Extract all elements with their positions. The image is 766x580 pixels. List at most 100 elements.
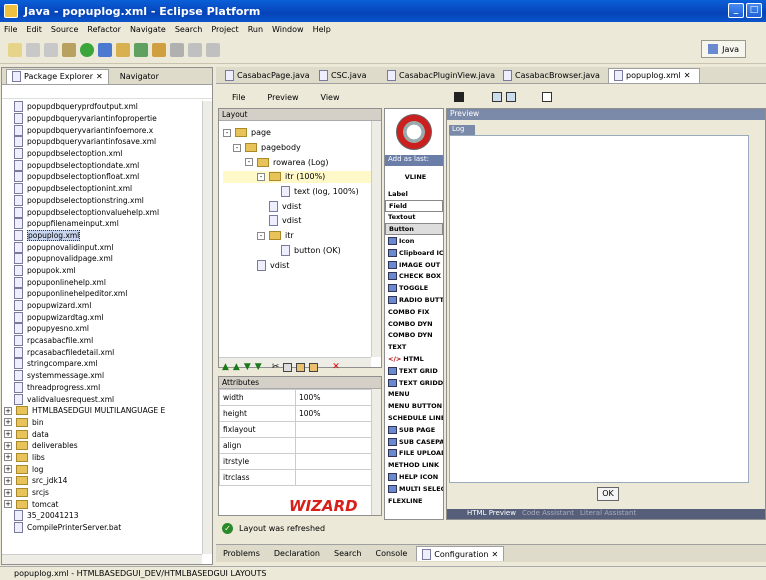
expand-icon[interactable]: + bbox=[4, 500, 12, 509]
palette-html[interactable]: </> HTML bbox=[385, 353, 443, 365]
tab-problems[interactable]: Problems bbox=[218, 546, 265, 561]
palette-field[interactable]: Field bbox=[385, 199, 443, 212]
tab-casabacbrowser[interactable]: CasabacBrowser.java bbox=[498, 68, 606, 83]
palette-vline[interactable]: VLINE bbox=[385, 166, 443, 188]
attribute-value[interactable] bbox=[295, 437, 373, 454]
palette-button[interactable]: Button bbox=[385, 223, 443, 236]
file-item[interactable]: popupdbselectoptionint.xml bbox=[14, 183, 202, 195]
palette-label-item[interactable]: Label bbox=[385, 188, 443, 200]
file-item[interactable]: popupdbqueryvariantinfopropertie bbox=[14, 113, 202, 125]
layout-icon[interactable] bbox=[506, 92, 516, 102]
tree-node[interactable]: vdist bbox=[223, 259, 373, 271]
palette-textout[interactable]: Textout bbox=[385, 212, 443, 224]
palette-textgrid[interactable]: TEXT GRID bbox=[385, 365, 443, 377]
palette-menubutton[interactable]: MENU BUTTON bbox=[385, 400, 443, 412]
tree-node[interactable]: text (log, 100%) bbox=[223, 186, 373, 198]
folder-item[interactable]: + deliverables bbox=[4, 440, 202, 452]
palette-toggle[interactable]: TOGGLE bbox=[385, 282, 443, 294]
tab-configuration[interactable]: Configuration ✕ bbox=[416, 546, 505, 561]
maximize-button[interactable]: □ bbox=[746, 3, 762, 18]
tree-node-selected[interactable]: - itr (100%) bbox=[223, 171, 373, 183]
palette-icon[interactable]: Icon bbox=[385, 235, 443, 247]
palette-methodlink[interactable]: METHOD LINK bbox=[385, 459, 443, 471]
menu-window[interactable]: Window bbox=[272, 25, 304, 34]
editor-menu-view[interactable]: View bbox=[321, 93, 340, 102]
tree-node[interactable]: - page bbox=[223, 127, 373, 139]
folder-item[interactable]: + bin bbox=[4, 417, 202, 429]
file-item[interactable]: popupyesno.xml bbox=[14, 323, 202, 335]
palette-flexline[interactable]: FLEXLINE bbox=[385, 495, 443, 507]
palette-combodyn[interactable]: COMBO DYN bbox=[385, 318, 443, 330]
expand-icon[interactable]: + bbox=[4, 430, 12, 439]
file-item[interactable]: popupdbqueryprdfoutput.xml bbox=[14, 101, 202, 113]
paste-into-icon[interactable] bbox=[309, 362, 319, 372]
open-type-icon[interactable] bbox=[152, 42, 166, 57]
expand-icon[interactable]: + bbox=[4, 453, 12, 462]
file-item[interactable]: popupdbselectoptionvaluehelp.xml bbox=[14, 206, 202, 218]
attribute-value[interactable]: 100% bbox=[295, 405, 373, 422]
refresh-icon[interactable] bbox=[492, 92, 502, 102]
tab-popuplog[interactable]: popuplog.xml ✕ bbox=[608, 67, 700, 83]
search-icon[interactable] bbox=[170, 42, 184, 57]
menu-navigate[interactable]: Navigate bbox=[130, 25, 166, 34]
file-item[interactable]: popuponlinehelpeditor.xml bbox=[14, 288, 202, 300]
palette-scheduleline[interactable]: SCHEDULE LINE bbox=[385, 412, 443, 424]
attribute-value[interactable] bbox=[295, 453, 373, 470]
file-item[interactable]: popupnovalidpage.xml bbox=[14, 253, 202, 265]
tab-code-assistant[interactable]: Code Assistant bbox=[522, 509, 574, 519]
palette-clipboard[interactable]: Clipboard ICON bbox=[385, 247, 443, 259]
palette-fileupload[interactable]: FILE UPLOAD bbox=[385, 448, 443, 460]
tab-console[interactable]: Console bbox=[370, 546, 412, 561]
file-item[interactable]: popupdbselectoptionstring.xml bbox=[14, 194, 202, 207]
palette-subcasepage[interactable]: SUB CASEPAGE bbox=[385, 436, 443, 448]
folder-item[interactable]: + HTMLBASEDGUI MULTILANGUAGE E bbox=[4, 405, 202, 417]
expand-icon[interactable]: + bbox=[4, 488, 12, 497]
folder-item[interactable]: + src_jdk14 bbox=[4, 475, 202, 487]
palette-checkbox[interactable]: CHECK BOX bbox=[385, 271, 443, 283]
palette-text[interactable]: TEXT bbox=[385, 341, 443, 353]
minimize-button[interactable]: _ bbox=[728, 3, 744, 18]
tree-node[interactable]: vdist bbox=[223, 215, 373, 227]
expand-icon[interactable]: + bbox=[4, 465, 12, 474]
save-icon[interactable] bbox=[454, 92, 464, 102]
palette-textgriddiss[interactable]: TEXT GRIDDISS bbox=[385, 377, 443, 389]
menu-edit[interactable]: Edit bbox=[26, 25, 42, 34]
palette-menu[interactable]: MENU bbox=[385, 389, 443, 401]
tab-casabacpluginview[interactable]: CasabacPluginView.java bbox=[382, 68, 496, 83]
print-icon[interactable] bbox=[44, 42, 58, 57]
paste-icon[interactable] bbox=[296, 362, 306, 372]
forward-icon[interactable] bbox=[206, 42, 220, 57]
file-item-selected[interactable]: popuplog.xml bbox=[14, 229, 202, 242]
file-item[interactable]: validvaluesrequest.xml bbox=[14, 393, 202, 405]
explorer-hscroll[interactable] bbox=[2, 554, 202, 564]
file-item[interactable]: popupnovalidinput.xml bbox=[14, 241, 202, 253]
move-down-icon[interactable]: ▼ bbox=[244, 362, 251, 372]
tab-declaration[interactable]: Declaration bbox=[269, 546, 325, 561]
file-item[interactable]: popupdbselectoptionfloat.xml bbox=[14, 171, 202, 183]
file-item[interactable]: rpcasabacfile.xml bbox=[14, 335, 202, 347]
folder-item[interactable]: + libs bbox=[4, 452, 202, 464]
menu-search[interactable]: Search bbox=[175, 25, 202, 34]
file-item[interactable]: 35_20041213 bbox=[14, 510, 202, 522]
palette-helpicon[interactable]: HELP ICON bbox=[385, 471, 443, 483]
file-item[interactable]: popupdbselectoptiondate.xml bbox=[14, 159, 202, 171]
tab-csc[interactable]: CSC.java bbox=[314, 68, 380, 83]
palette-radio[interactable]: RADIO BUTTON bbox=[385, 294, 443, 306]
folder-item[interactable]: + srcjs bbox=[4, 487, 202, 499]
move-bottom-icon[interactable]: ▼ bbox=[255, 362, 262, 372]
menu-source[interactable]: Source bbox=[51, 25, 78, 34]
tree-node[interactable]: vdist bbox=[223, 200, 373, 212]
tab-search[interactable]: Search bbox=[329, 546, 366, 561]
folder-item[interactable]: + log bbox=[4, 463, 202, 475]
debug-icon[interactable] bbox=[62, 42, 76, 57]
file-item[interactable]: popupwizardtag.xml bbox=[14, 311, 202, 323]
tab-package-explorer[interactable]: Package Explorer ✕ bbox=[6, 68, 109, 84]
tree-node[interactable]: - pagebody bbox=[223, 142, 373, 154]
wizard-button[interactable]: WIZARD bbox=[289, 497, 358, 515]
menu-file[interactable]: File bbox=[4, 25, 17, 34]
new-icon[interactable] bbox=[8, 42, 22, 57]
file-item[interactable]: stringcompare.xml bbox=[14, 358, 202, 370]
copy-icon[interactable] bbox=[283, 362, 293, 372]
menu-help[interactable]: Help bbox=[313, 25, 331, 34]
folder-item[interactable]: + tomcat bbox=[4, 498, 202, 510]
